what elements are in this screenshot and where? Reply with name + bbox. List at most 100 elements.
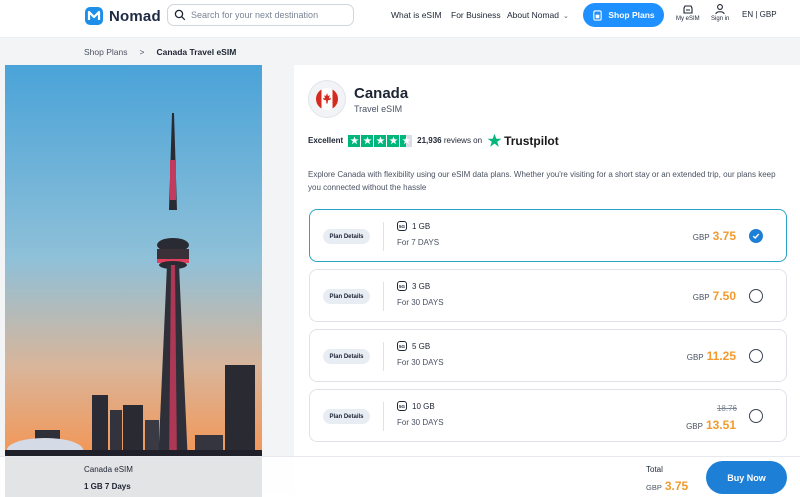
plan-duration: For 30 DAYS xyxy=(397,298,444,307)
plan-price: GBP 7.50 xyxy=(693,289,736,303)
plan-divider xyxy=(383,222,384,251)
plan-data-amount: 10 GB xyxy=(412,401,435,411)
plan-details-button[interactable]: Plan Details xyxy=(323,289,370,304)
rating-stars xyxy=(348,134,413,147)
review-count-text: 21,936 reviews on xyxy=(417,136,482,145)
plan-price: GBP 13.51 xyxy=(686,418,736,432)
plan-radio[interactable] xyxy=(749,409,763,423)
checkout-product-name: Canada eSIM xyxy=(84,465,133,474)
plan-details-button[interactable]: Plan Details xyxy=(323,229,370,244)
total-price: GBP 3.75 xyxy=(646,479,688,493)
star-icon xyxy=(387,134,400,147)
language-currency-selector[interactable]: EN | GBP xyxy=(742,10,777,19)
5g-icon: 5G xyxy=(397,401,407,411)
my-esim-link[interactable]: My eSIM xyxy=(676,3,700,22)
plan-data-amount: 3 GB xyxy=(412,281,431,291)
star-icon xyxy=(348,134,361,147)
price-amount: 13.51 xyxy=(705,418,736,432)
nomad-logo[interactable]: Nomad xyxy=(84,6,161,26)
plan-card[interactable]: Plan Details 5G 3 GB For 30 DAYS GBP 7.5… xyxy=(309,269,787,322)
buy-now-button[interactable]: Buy Now xyxy=(706,461,787,494)
plan-data: 5G 1 GB xyxy=(397,221,430,231)
nav-about-nomad-label: About Nomad xyxy=(507,10,559,20)
flag-badge xyxy=(308,80,346,118)
top-navigation: Nomad What is eSIM For Business About No… xyxy=(0,0,800,38)
shop-plans-label: Shop Plans xyxy=(608,10,655,20)
price-currency: GBP xyxy=(686,422,703,431)
breadcrumb-separator: > xyxy=(139,47,145,57)
trustpilot-logo: Trustpilot xyxy=(487,133,559,148)
5g-icon: 5G xyxy=(397,281,407,291)
country-name: Canada xyxy=(354,84,409,102)
nav-about-nomad[interactable]: About Nomad ⌄ xyxy=(507,10,569,20)
nav-what-is-esim[interactable]: What is eSIM xyxy=(391,10,442,20)
esim-icon xyxy=(683,5,693,14)
plan-data: 5G 10 GB xyxy=(397,401,435,411)
checkout-selected-plan: 1 GB 7 Days xyxy=(84,482,131,491)
sim-card-icon xyxy=(593,9,603,21)
reviews-on-label: reviews on xyxy=(443,136,483,145)
plan-divider xyxy=(383,342,384,371)
plan-price: GBP 11.25 xyxy=(687,349,736,363)
price-amount: 11.25 xyxy=(706,349,736,363)
total-amount: 3.75 xyxy=(664,479,689,493)
breadcrumb-shop-plans[interactable]: Shop Plans xyxy=(84,47,127,57)
rating-word: Excellent xyxy=(308,136,344,145)
nomad-logo-icon xyxy=(85,7,103,25)
product-description: Explore Canada with flexibility using ou… xyxy=(308,170,776,192)
plan-price: GBP 3.75 xyxy=(693,229,736,243)
country-header: Canada Travel eSIM xyxy=(308,80,408,118)
trustpilot-rating[interactable]: Excellent 21,936 reviews on Trustpilot xyxy=(308,133,559,148)
user-icon xyxy=(715,4,725,15)
checkmark-icon xyxy=(752,233,760,239)
5g-icon: 5G xyxy=(397,221,407,231)
star-icon xyxy=(374,134,387,147)
sign-in-link[interactable]: Sign in xyxy=(711,3,729,22)
product-subtitle: Travel eSIM xyxy=(354,103,403,114)
total-label: Total xyxy=(646,465,663,474)
plan-radio-selected[interactable] xyxy=(749,229,763,243)
plan-duration: For 7 DAYS xyxy=(397,238,440,247)
plan-data: 5G 3 GB xyxy=(397,281,430,291)
plan-card[interactable]: Plan Details 5G 5 GB For 30 DAYS GBP 11.… xyxy=(309,329,787,382)
plan-data: 5G 5 GB xyxy=(397,341,430,351)
trustpilot-star-icon xyxy=(487,133,502,147)
price-currency: GBP xyxy=(692,293,710,302)
plan-data-amount: 1 GB xyxy=(412,221,431,231)
plan-duration: For 30 DAYS xyxy=(397,358,444,367)
price-amount: 7.50 xyxy=(712,289,736,303)
plan-radio[interactable] xyxy=(749,289,763,303)
breadcrumb-current: Canada Travel eSIM xyxy=(156,47,237,57)
plan-card[interactable]: Plan Details 5G 1 GB For 7 DAYS GBP 3.75 xyxy=(309,209,787,262)
sign-in-label: Sign in xyxy=(711,16,730,22)
plan-divider xyxy=(383,402,384,431)
half-star-icon xyxy=(400,134,413,147)
plan-radio[interactable] xyxy=(749,349,763,363)
original-price: 18.76 xyxy=(716,404,737,413)
total-currency: GBP xyxy=(646,483,662,492)
chevron-down-icon: ⌄ xyxy=(562,13,569,20)
shop-plans-button[interactable]: Shop Plans xyxy=(583,3,664,27)
price-amount: 3.75 xyxy=(712,229,736,243)
trustpilot-name: Trustpilot xyxy=(504,133,559,148)
search-icon xyxy=(174,9,186,21)
breadcrumb: Shop Plans > Canada Travel eSIM xyxy=(84,47,236,57)
review-count: 21,936 xyxy=(417,136,442,145)
nav-for-business[interactable]: For Business xyxy=(451,10,501,20)
price-currency: GBP xyxy=(686,353,704,362)
brand-name: Nomad xyxy=(109,7,161,25)
plan-data-amount: 5 GB xyxy=(412,341,431,351)
plan-details-button[interactable]: Plan Details xyxy=(323,409,370,424)
destination-hero-image xyxy=(5,65,262,497)
plan-card[interactable]: Plan Details 5G 10 GB For 30 DAYS 18.76 … xyxy=(309,389,787,442)
my-esim-label: My eSIM xyxy=(676,16,700,22)
plan-divider xyxy=(383,282,384,311)
5g-icon: 5G xyxy=(397,341,407,351)
cn-tower-illustration xyxy=(5,65,262,497)
plan-duration: For 30 DAYS xyxy=(397,418,444,427)
canada-flag-icon xyxy=(316,88,338,110)
destination-search[interactable] xyxy=(167,4,354,26)
search-input[interactable] xyxy=(191,10,351,20)
plan-details-button[interactable]: Plan Details xyxy=(323,349,370,364)
star-icon xyxy=(361,134,374,147)
